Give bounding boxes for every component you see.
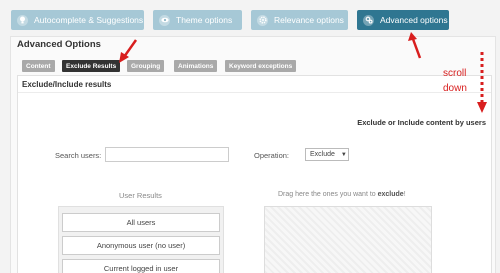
arrow-to-advanced-options (411, 38, 422, 59)
scroll-down-annotation: scroll down (443, 68, 467, 94)
annotation-arrows (119, 32, 487, 113)
arrow-to-exclude-results (122, 39, 138, 58)
